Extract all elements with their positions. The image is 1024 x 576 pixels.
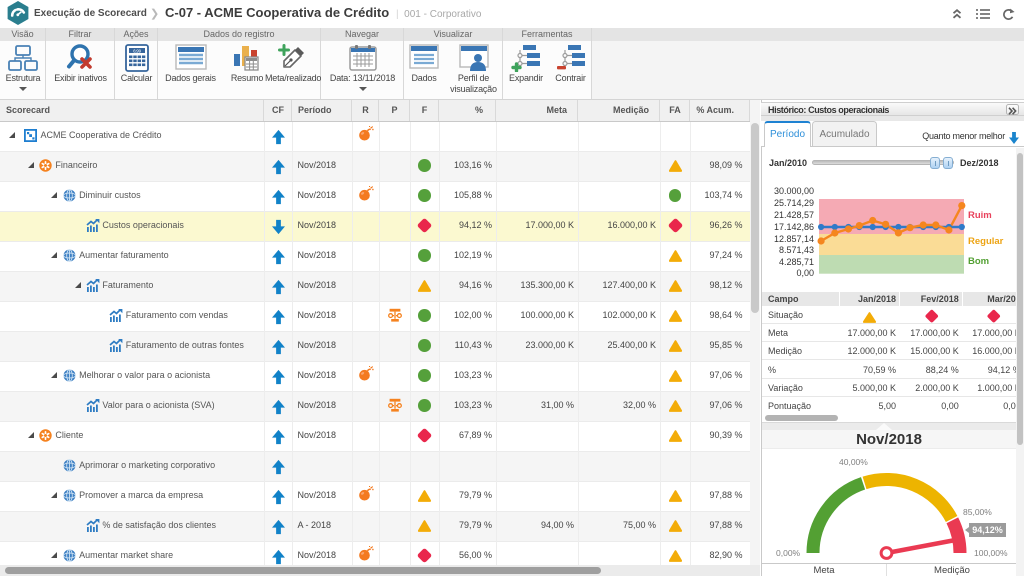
svg-text:6;99: 6;99 (133, 48, 142, 53)
